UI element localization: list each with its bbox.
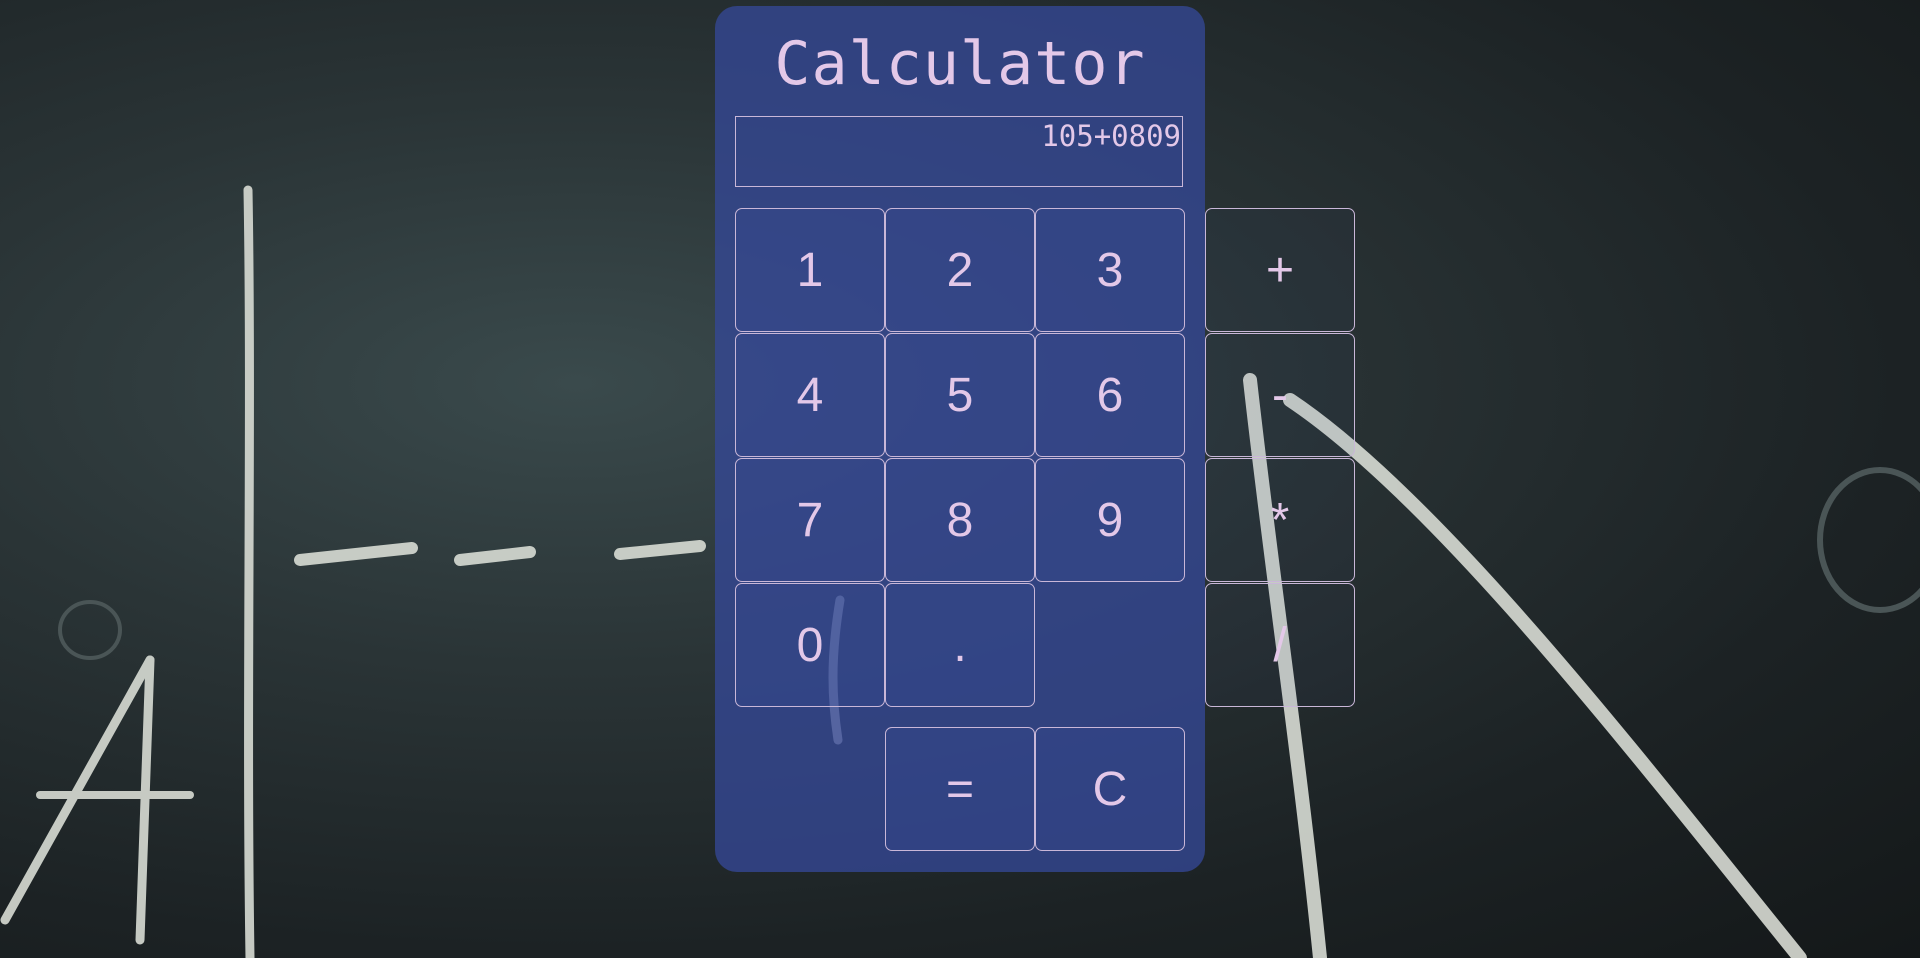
key-0-button[interactable]: 0 xyxy=(735,583,885,707)
key-9-button[interactable]: 9 xyxy=(1035,458,1185,582)
calculator-display: 105+0809 xyxy=(735,116,1183,187)
key-4-button[interactable]: 4 xyxy=(735,333,885,457)
calculator-title: Calculator xyxy=(774,29,1146,99)
key-3-button[interactable]: 3 xyxy=(1035,208,1185,332)
key-8-button[interactable]: 8 xyxy=(885,458,1035,582)
calculator-panel: Calculator 105+0809 1 2 3 4 5 6 7 8 9 0 … xyxy=(715,6,1205,872)
equals-button[interactable]: = xyxy=(885,727,1035,851)
minus-button[interactable]: - xyxy=(1205,333,1355,457)
key-2-button[interactable]: 2 xyxy=(885,208,1035,332)
multiply-button[interactable]: * xyxy=(1205,458,1355,582)
key-6-button[interactable]: 6 xyxy=(1035,333,1185,457)
divide-button[interactable]: / xyxy=(1205,583,1355,707)
key-7-button[interactable]: 7 xyxy=(735,458,885,582)
clear-button[interactable]: C xyxy=(1035,727,1185,851)
key-1-button[interactable]: 1 xyxy=(735,208,885,332)
decimal-point-button[interactable]: . xyxy=(885,583,1035,707)
plus-button[interactable]: + xyxy=(1205,208,1355,332)
key-5-button[interactable]: 5 xyxy=(885,333,1035,457)
